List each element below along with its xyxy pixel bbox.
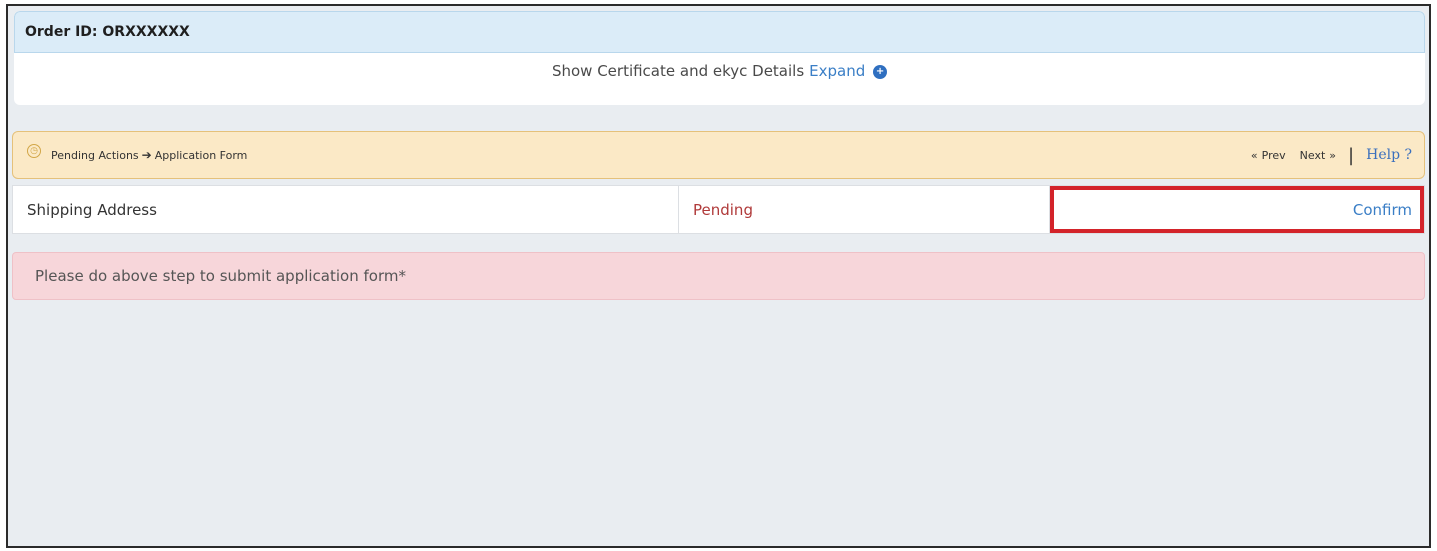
arrow-right-icon: ➔ bbox=[141, 148, 152, 162]
breadcrumb-parent: Pending Actions bbox=[51, 148, 139, 162]
breadcrumb: ◷ Pending Actions ➔ Application Form « P… bbox=[12, 131, 1425, 179]
alert-message: Please do above step to submit applicati… bbox=[35, 267, 406, 285]
confirm-link[interactable]: Confirm bbox=[1353, 201, 1412, 219]
order-id-header: Order ID: ORXXXXXX bbox=[14, 11, 1425, 53]
pager-nav: « Prev Next » | Help ? bbox=[1251, 145, 1412, 166]
breadcrumb-current: Application Form bbox=[154, 148, 248, 162]
plus-circle-icon: + bbox=[873, 64, 888, 79]
nav-separator: | bbox=[1348, 144, 1355, 166]
clock-icon: ◷ bbox=[27, 144, 41, 158]
step-action-cell: Confirm bbox=[1050, 186, 1424, 233]
step-name: Shipping Address bbox=[27, 200, 157, 219]
certificate-details-row: Show Certificate and ekyc Details Expand… bbox=[14, 53, 1425, 89]
order-id-title: Order ID: ORXXXXXX bbox=[25, 24, 190, 40]
prev-label: Prev bbox=[1261, 148, 1286, 162]
step-status-cell: Pending bbox=[679, 186, 1050, 233]
prev-button[interactable]: « Prev bbox=[1251, 149, 1286, 162]
alert-message-box: Please do above step to submit applicati… bbox=[12, 252, 1425, 300]
order-card: Order ID: ORXXXXXX Show Certificate and … bbox=[14, 11, 1425, 105]
double-chevron-right-icon: » bbox=[1329, 148, 1337, 162]
step-status: Pending bbox=[693, 200, 753, 219]
expand-link[interactable]: Expand + bbox=[809, 62, 888, 80]
next-button[interactable]: Next » bbox=[1300, 149, 1336, 162]
step-name-cell: Shipping Address bbox=[13, 186, 679, 233]
help-link[interactable]: Help ? bbox=[1366, 147, 1412, 163]
page-frame: Order ID: ORXXXXXX Show Certificate and … bbox=[6, 4, 1431, 548]
double-chevron-left-icon: « bbox=[1250, 148, 1258, 162]
certificate-details-text: Show Certificate and ekyc Details bbox=[551, 62, 805, 80]
step-row: Shipping Address Pending Confirm bbox=[12, 185, 1425, 234]
expand-label: Expand bbox=[809, 62, 866, 80]
next-label: Next bbox=[1299, 148, 1326, 162]
